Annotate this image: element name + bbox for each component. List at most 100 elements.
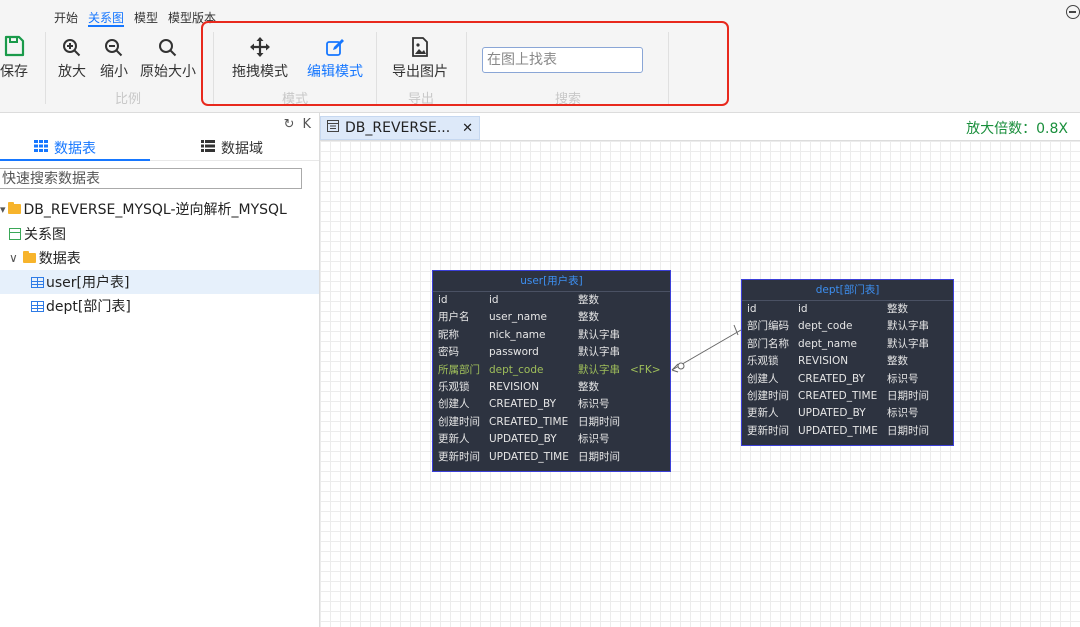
chevron-down-icon[interactable]: ▾ — [0, 203, 6, 216]
field-type: 日期时间 — [887, 424, 929, 437]
export-image-button[interactable]: 导出图片 — [392, 34, 448, 81]
magnifier-icon — [158, 34, 178, 58]
field-name: CREATED_TIME — [798, 389, 878, 402]
entity-field-row[interactable]: 更新时间 UPDATED_TIME 日期时间 — [433, 449, 670, 466]
zoom-in-button[interactable]: 放大 — [58, 34, 86, 81]
tab-diagram[interactable]: 关系图 — [88, 9, 125, 27]
field-type: 默认字串 — [578, 363, 620, 376]
field-type: 默认字串 — [887, 320, 929, 333]
field-name: CREATED_TIME — [489, 415, 569, 428]
close-icon[interactable]: ✕ — [462, 121, 473, 136]
field-name: CREATED_BY — [798, 372, 866, 385]
refresh-icon[interactable]: ↻ — [284, 117, 295, 132]
tab-data-tables[interactable]: 数据表 — [34, 137, 96, 159]
entity-field-row[interactable]: id id 整数 — [742, 301, 953, 318]
drag-mode-button[interactable]: 拖拽模式 — [232, 34, 288, 81]
field-name: UPDATED_TIME — [489, 450, 569, 463]
entity-user[interactable]: user[用户表] id id 整数 用户名 user_name 整数 昵称 nick_nam… — [432, 270, 671, 472]
document-tab[interactable]: DB_REVERSE... ✕ — [320, 116, 480, 140]
entity-field-row[interactable]: 更新人 UPDATED_BY 标识号 — [433, 431, 670, 448]
entity-field-row[interactable]: 创建时间 CREATED_TIME 日期时间 — [433, 414, 670, 431]
entity-field-row[interactable]: 乐观锁 REVISION 整数 — [742, 353, 953, 370]
group-label-scale: 比例 — [115, 92, 142, 107]
entity-field-row[interactable]: 昵称 nick_name 默认字串 — [433, 327, 670, 344]
entity-field-row[interactable]: 用户名 user_name 整数 — [433, 309, 670, 326]
divider — [213, 32, 214, 104]
entity-field-row[interactable]: id id 整数 — [433, 292, 670, 309]
zoom-out-button[interactable]: 缩小 — [100, 34, 128, 81]
group-label-search: 搜索 — [555, 92, 582, 107]
entity-dept[interactable]: dept[部门表] id id 整数 部门编码 dept_code 默认字串 部门名称 dep… — [741, 279, 954, 446]
tab-start[interactable]: 开始 — [54, 9, 78, 27]
field-name: dept_code — [798, 320, 853, 333]
active-tab-indicator — [0, 159, 150, 161]
search-tables-input[interactable] — [0, 168, 302, 189]
field-type: 默认字串 — [887, 337, 929, 350]
entity-field-row[interactable]: 创建人 CREATED_BY 标识号 — [742, 371, 953, 388]
field-label: id — [438, 294, 448, 306]
chevron-down-icon[interactable]: ∨ — [9, 251, 18, 265]
entity-field-row[interactable]: 创建时间 CREATED_TIME 日期时间 — [742, 388, 953, 405]
field-type: 整数 — [578, 311, 599, 324]
field-name: password — [489, 346, 539, 359]
entity-field-row[interactable]: 所属部门 dept_code 默认字串 <FK> — [433, 362, 670, 379]
divider — [466, 32, 467, 104]
tree-item-dept-table[interactable]: dept[部门表] — [0, 294, 319, 318]
entity-field-row[interactable]: 创建人 CREATED_BY 标识号 — [433, 396, 670, 413]
tab-model[interactable]: 模型 — [134, 9, 158, 27]
field-name: CREATED_BY — [489, 398, 557, 411]
divider — [45, 32, 46, 104]
field-name: user_name — [489, 311, 547, 324]
folder-icon — [7, 202, 21, 214]
divider — [376, 32, 377, 104]
zoom-level-label: 放大倍数：0.8X — [966, 121, 1068, 137]
tree-item-user-table[interactable]: user[用户表] — [0, 270, 319, 294]
field-type: 标识号 — [887, 372, 919, 385]
entity-field-row[interactable]: 更新人 UPDATED_BY 标识号 — [742, 405, 953, 422]
field-label: 创建时间 — [747, 389, 789, 402]
edit-icon — [325, 34, 345, 58]
zoom-in-icon — [62, 34, 82, 58]
tab-data-domains-label: 数据域 — [221, 141, 263, 157]
diagram-icon — [327, 120, 339, 136]
field-name: id — [798, 303, 808, 315]
field-name: nick_name — [489, 328, 546, 341]
original-size-label: 原始大小 — [140, 64, 196, 80]
tree-root-project[interactable]: ▾ DB_REVERSE_MYSQL-逆向解析_MYSQL — [0, 197, 319, 221]
save-button[interactable]: 保存 — [0, 34, 28, 81]
entity-field-row[interactable]: 乐观锁 REVISION 整数 — [433, 379, 670, 396]
find-table-input[interactable] — [482, 47, 643, 73]
collapse-ribbon-icon[interactable] — [1066, 5, 1080, 19]
tree-root-label: DB_REVERSE_MYSQL-逆向解析_MYSQL — [23, 202, 287, 218]
group-label-export: 导出 — [408, 92, 435, 107]
field-type: 整数 — [578, 294, 599, 306]
tab-data-domains[interactable]: 数据域 — [201, 137, 263, 159]
collapse-panel-icon[interactable]: K — [302, 117, 311, 132]
original-size-button[interactable]: 原始大小 — [140, 34, 196, 81]
entity-field-row[interactable]: 密码 password 默认字串 — [433, 344, 670, 361]
field-type: 整数 — [578, 380, 599, 393]
field-label: 所属部门 — [438, 363, 480, 376]
field-label: 更新人 — [438, 433, 470, 446]
field-type: 默认字串 — [578, 346, 620, 359]
table-icon — [31, 300, 44, 312]
panel-tools: ↻ K — [284, 117, 311, 132]
entity-field-row[interactable]: 部门编码 dept_code 默认字串 — [742, 318, 953, 335]
field-name: id — [489, 294, 499, 306]
group-label-mode: 模式 — [282, 92, 309, 107]
tree-item-label: user[用户表] — [46, 275, 130, 291]
tree-item-diagram[interactable]: 关系图 — [0, 222, 319, 246]
entity-field-row[interactable]: 部门名称 dept_name 默认字串 — [742, 336, 953, 353]
field-type: 默认字串 — [578, 328, 620, 341]
field-label: 更新人 — [747, 407, 779, 420]
image-icon — [410, 34, 430, 58]
tab-model-version[interactable]: 模型版本 — [168, 9, 216, 27]
diagram-canvas[interactable]: user[用户表] id id 整数 用户名 user_name 整数 昵称 nick_nam… — [320, 140, 1080, 627]
diagram-icon — [9, 228, 21, 240]
field-name: UPDATED_TIME — [798, 424, 878, 437]
field-label: 创建时间 — [438, 415, 480, 428]
field-label: 部门名称 — [747, 337, 789, 350]
tree-folder-tables[interactable]: ∨ 数据表 — [0, 246, 319, 270]
entity-field-row[interactable]: 更新时间 UPDATED_TIME 日期时间 — [742, 423, 953, 440]
edit-mode-button[interactable]: 编辑模式 — [307, 34, 363, 81]
